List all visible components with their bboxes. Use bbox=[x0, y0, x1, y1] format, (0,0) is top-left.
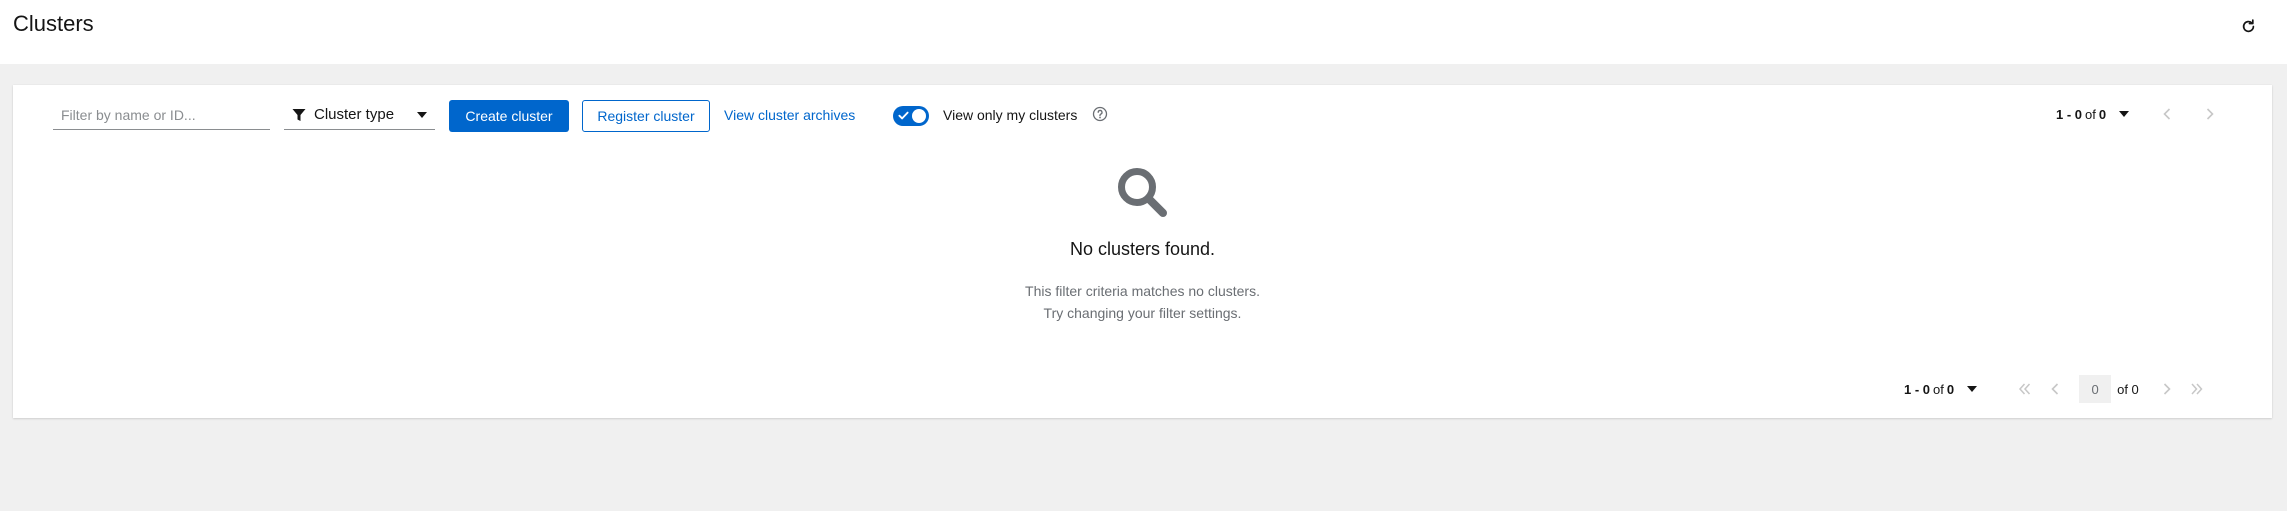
check-icon bbox=[898, 110, 909, 121]
view-only-my-clusters-toggle[interactable] bbox=[893, 106, 929, 126]
empty-state-line: Try changing your filter settings. bbox=[1043, 305, 1242, 321]
pagination-of-pages: of 0 bbox=[2117, 381, 2139, 397]
toggle-label: View only my clusters bbox=[943, 107, 1078, 123]
pagination-of: of bbox=[2085, 106, 2096, 122]
chevron-left-icon bbox=[2163, 108, 2171, 120]
toggle-knob bbox=[912, 109, 926, 123]
chevron-down-icon bbox=[417, 111, 427, 118]
register-cluster-button[interactable]: Register cluster bbox=[582, 100, 710, 132]
double-chevron-right-icon bbox=[2191, 383, 2203, 395]
page-header: Clusters bbox=[0, 0, 2287, 64]
pagination-options-toggle[interactable]: 1 - 0 of 0 bbox=[2056, 106, 2130, 122]
pagination-range: 1 - 0 bbox=[2056, 106, 2083, 122]
search-icon bbox=[1117, 168, 1167, 217]
chevron-left-icon bbox=[2051, 383, 2059, 395]
filter-label: Cluster type bbox=[314, 106, 395, 123]
last-page-button[interactable] bbox=[2187, 379, 2207, 399]
previous-page-button[interactable] bbox=[2157, 104, 2177, 124]
pagination-options-toggle[interactable]: 1 - 0 of 0 bbox=[1904, 381, 1978, 397]
filter-icon bbox=[292, 108, 306, 122]
refresh-button[interactable] bbox=[2236, 14, 2260, 38]
page-number-input[interactable] bbox=[2079, 375, 2112, 403]
empty-state: No clusters found. This filter criteria … bbox=[13, 165, 2272, 324]
first-page-button[interactable] bbox=[2015, 379, 2035, 399]
chevron-down-icon bbox=[2119, 111, 2130, 117]
create-cluster-button[interactable]: Create cluster bbox=[449, 100, 569, 132]
pagination-of: of bbox=[1933, 381, 1944, 397]
pagination-top: 1 - 0 of 0 bbox=[2056, 102, 2220, 126]
view-archives-link[interactable]: View cluster archives bbox=[724, 107, 855, 123]
next-page-button[interactable] bbox=[2200, 104, 2220, 124]
pagination-range: 1 - 0 bbox=[1904, 381, 1931, 397]
next-page-button[interactable] bbox=[2157, 379, 2177, 399]
chevron-right-icon bbox=[2207, 108, 2214, 120]
refresh-icon bbox=[2242, 18, 2254, 32]
pagination-total: 0 bbox=[2098, 106, 2107, 122]
empty-state-line: This filter criteria matches no clusters… bbox=[1025, 283, 1260, 299]
search-input[interactable] bbox=[53, 100, 270, 130]
clusters-card: Cluster type Create cluster Register clu… bbox=[13, 85, 2272, 418]
empty-state-body: This filter criteria matches no clusters… bbox=[13, 280, 2272, 324]
chevron-right-icon bbox=[2163, 383, 2171, 395]
pagination-total: 0 bbox=[1946, 381, 1955, 397]
double-chevron-left-icon bbox=[2019, 383, 2031, 395]
pagination-bottom: 1 - 0 of 0 of 0 bbox=[1904, 373, 2207, 405]
cluster-type-filter[interactable]: Cluster type bbox=[284, 100, 435, 130]
empty-state-title: No clusters found. bbox=[1069, 239, 1216, 259]
chevron-down-icon bbox=[1967, 386, 1978, 392]
previous-page-button[interactable] bbox=[2045, 379, 2065, 399]
page-title: Clusters bbox=[13, 11, 94, 36]
help-icon[interactable] bbox=[1092, 106, 1108, 122]
